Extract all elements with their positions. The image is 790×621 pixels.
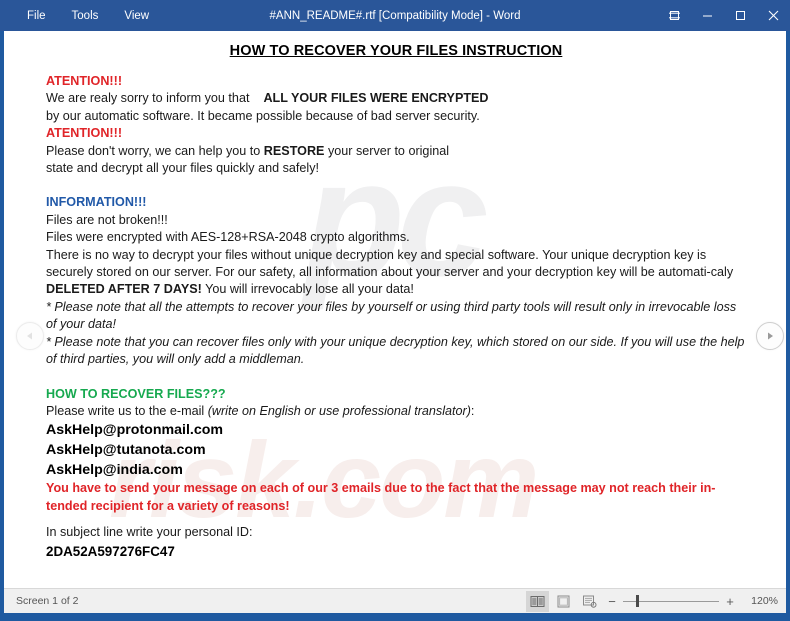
menu-view[interactable]: View [111,6,162,26]
info-line-3-text: There is no way to decrypt your files wi… [46,247,737,280]
restore-emphasis: RESTORE [263,143,325,158]
restore-line-suffix: your server to original [324,143,450,158]
previous-screen-arrow[interactable] [16,322,44,350]
ribbon-display-options-icon[interactable] [658,0,691,31]
print-layout-view-button[interactable] [552,591,575,612]
note-2: * Please note that you can recover files… [46,334,748,367]
contact-email-3: AskHelp@india.com [46,462,183,479]
attention-heading-2: ATENTION!!! [46,126,123,141]
contact-email-1: AskHelp@protonmail.com [46,422,224,439]
email-intro-prefix: Please write us to the e-mail [46,403,208,418]
info-line-1: Files are not broken!!! [46,212,168,227]
restore-line: Please don't worry, we can help you to R… [46,143,746,160]
info-line-3: There is no way to decrypt your files wi… [46,247,746,299]
send-to-all-warning: You have to send your message on each of… [46,481,716,513]
information-heading: INFORMATION!!! [46,195,147,210]
zoom-level-label[interactable]: 120% [746,595,778,607]
info-line-2: Files were encrypted with AES-128+RSA-20… [46,230,410,245]
window-controls [658,0,790,31]
read-mode-view-button[interactable] [526,590,549,612]
files-encrypted-emphasis: ALL YOUR FILES WERE ENCRYPTED [263,91,489,106]
deleted-after-7-days-emphasis: DELETED AFTER 7 DAYS! [46,282,202,297]
word-window: File Tools View #ANN_README#.rtf [Compat… [0,0,790,621]
zoom-slider[interactable] [623,593,719,609]
menu-tools[interactable]: Tools [59,6,112,26]
zoom-in-button[interactable]: + [722,595,738,608]
status-bar-right-group: − + 120% [526,589,778,614]
email-intro-line: Please write us to the e-mail (write on … [46,403,746,420]
email-intro-suffix: : [470,403,475,418]
web-layout-view-button[interactable] [578,591,601,612]
menu-bar: File Tools View [14,6,162,26]
title-bar: File Tools View #ANN_README#.rtf [Compat… [0,0,790,31]
close-icon[interactable] [757,0,790,31]
intro-line-2: by our automatic software. It became pos… [46,108,480,123]
maximize-icon[interactable] [724,0,757,31]
email-intro-italic: (write on English or use professional tr… [207,403,471,418]
document-canvas[interactable]: pc risk.com HOW TO RECOVER YOUR FILES IN… [4,31,786,588]
next-screen-arrow[interactable] [756,322,784,350]
document-page: HOW TO RECOVER YOUR FILES INSTRUCTION AT… [4,31,786,561]
info-line-3-tail: You will irrevocably lose all your data! [201,282,414,297]
status-bar: Screen 1 of 2 − + 120% [4,588,786,613]
attention-heading-1: ATENTION!!! [46,74,123,88]
subject-line-instruction: In subject line write your personal ID: [46,525,253,540]
note-1: * Please note that all the attempts to r… [46,299,740,332]
menu-file[interactable]: File [14,6,59,26]
screen-status-label: Screen 1 of 2 [16,595,79,607]
page-title: HOW TO RECOVER YOUR FILES INSTRUCTION [229,43,563,59]
contact-email-2: AskHelp@tutanota.com [46,442,206,459]
intro-line-1: We are realy sorry to inform you that AL… [46,90,746,107]
intro-line-1-text: We are realy sorry to inform you that [46,91,250,106]
restore-line-2: state and decrypt all your files quickly… [46,161,320,176]
minimize-icon[interactable] [691,0,724,31]
restore-line-prefix: Please don't worry, we can help you to [46,143,264,158]
personal-id-value: 2DA52A597276FC47 [46,543,175,559]
zoom-slider-thumb[interactable] [636,595,639,607]
recover-files-heading: HOW TO RECOVER FILES??? [46,386,226,401]
zoom-out-button[interactable]: − [604,595,620,608]
